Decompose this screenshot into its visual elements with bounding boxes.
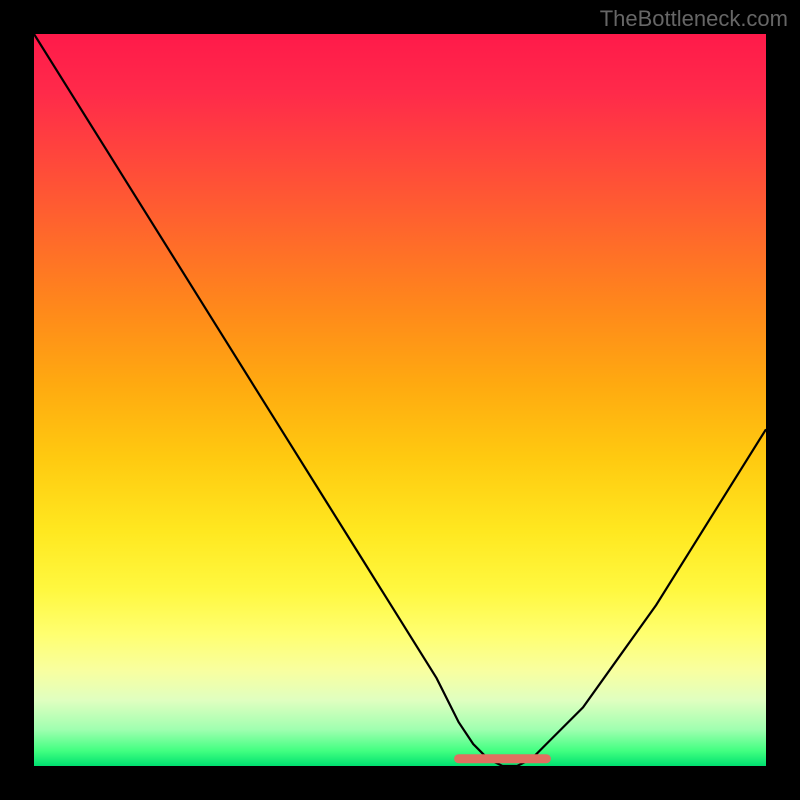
- chart-svg: [34, 34, 766, 766]
- plot-area: [34, 34, 766, 766]
- watermark-text: TheBottleneck.com: [600, 6, 788, 32]
- bottleneck-curve: [34, 34, 766, 766]
